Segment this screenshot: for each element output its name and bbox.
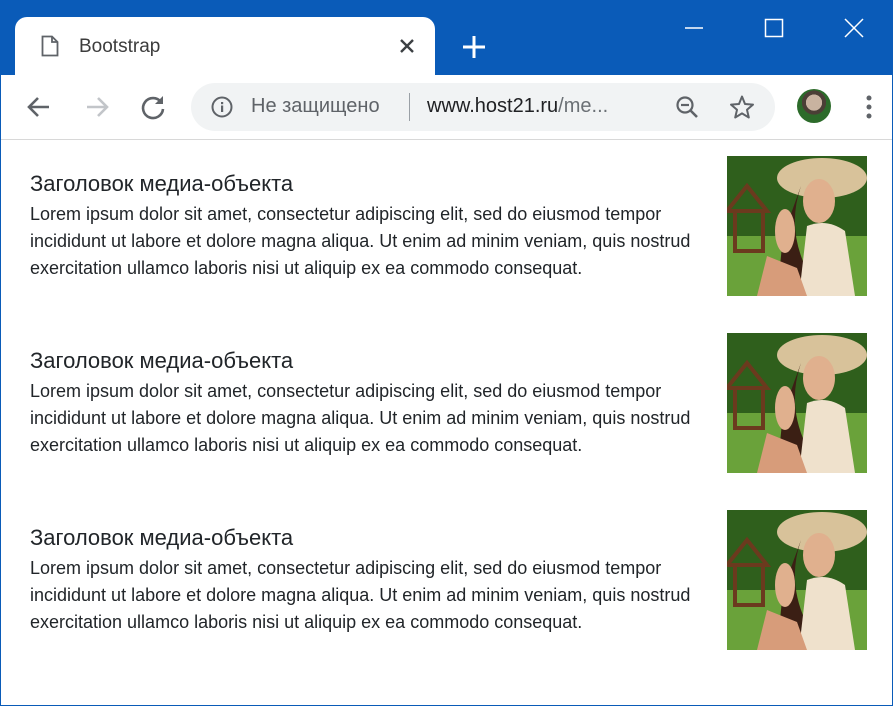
address-separator [409, 93, 410, 121]
security-status[interactable]: Не защищено [251, 95, 399, 118]
url-text[interactable]: www.host21.ru/me... [427, 95, 649, 118]
media-image [727, 156, 867, 296]
document-icon [41, 35, 59, 57]
media-object: Заголовок медиа-объекта Lorem ipsum dolo… [30, 510, 868, 674]
star-icon[interactable] [729, 94, 755, 120]
more-vert-icon[interactable] [863, 93, 875, 121]
media-body: Заголовок медиа-объекта Lorem ipsum dolo… [30, 524, 710, 636]
media-object: Заголовок медиа-объекта Lorem ipsum dolo… [30, 156, 868, 320]
media-body: Заголовок медиа-объекта Lorem ipsum dolo… [30, 170, 710, 282]
media-text: Lorem ipsum dolor sit amet, consectetur … [30, 204, 691, 278]
page-content: Заголовок медиа-объекта Lorem ipsum dolo… [1, 140, 892, 705]
media-body: Заголовок медиа-объекта Lorem ipsum dolo… [30, 347, 710, 459]
tab-title: Bootstrap [79, 36, 161, 57]
plus-icon[interactable] [461, 34, 487, 60]
minimize-icon[interactable] [681, 15, 707, 41]
reload-icon[interactable] [139, 93, 167, 121]
close-icon[interactable] [398, 37, 416, 55]
media-heading: Заголовок медиа-объекта [30, 348, 294, 373]
url-host: www.host21.ru [427, 95, 559, 117]
close-window-icon[interactable] [841, 15, 867, 41]
title-bar: Bootstrap [1, 1, 892, 75]
media-text: Lorem ipsum dolor sit amet, consectetur … [30, 558, 691, 632]
browser-window: Bootstrap Не защищено www.host21.ru/me..… [0, 0, 893, 706]
media-heading: Заголовок медиа-объекта [30, 525, 294, 550]
media-image [727, 333, 867, 473]
url-path: /me... [558, 95, 609, 117]
tab-bootstrap[interactable]: Bootstrap [15, 17, 435, 75]
media-image [727, 510, 867, 650]
media-text: Lorem ipsum dolor sit amet, consectetur … [30, 381, 691, 455]
media-object: Заголовок медиа-объекта Lorem ipsum dolo… [30, 333, 868, 497]
info-icon[interactable] [211, 96, 233, 118]
browser-toolbar: Не защищено www.host21.ru/me... [1, 75, 892, 140]
zoom-out-icon[interactable] [675, 95, 699, 119]
back-icon[interactable] [25, 93, 53, 121]
address-bar[interactable]: Не защищено www.host21.ru/me... [191, 83, 775, 131]
avatar[interactable] [797, 89, 831, 123]
forward-icon[interactable] [83, 93, 111, 121]
media-heading: Заголовок медиа-объекта [30, 171, 294, 196]
maximize-icon[interactable] [761, 15, 787, 41]
